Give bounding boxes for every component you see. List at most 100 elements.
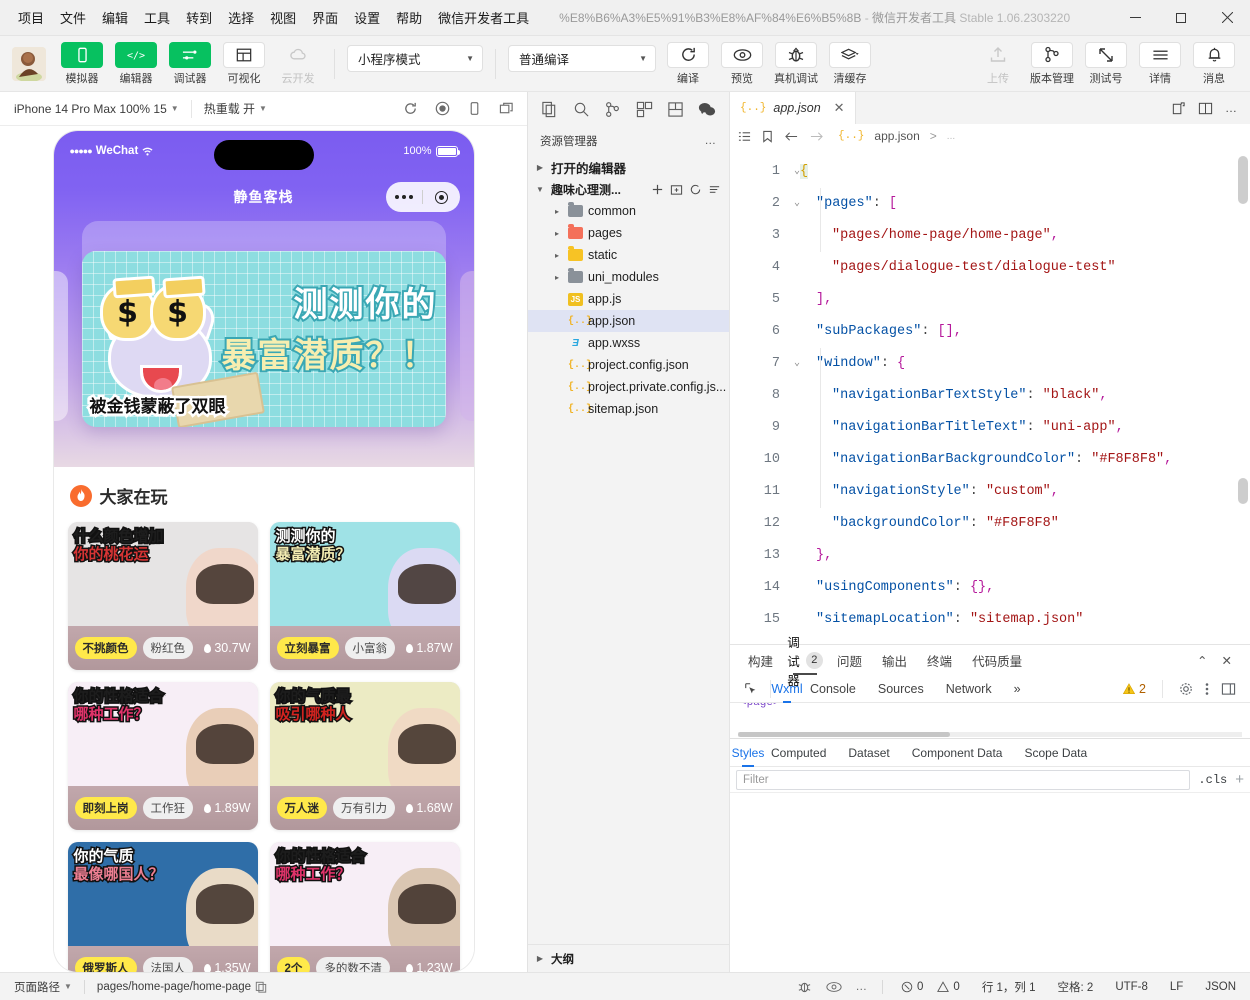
capsule-close-icon[interactable] (423, 191, 460, 204)
filter-input[interactable]: Filter (736, 770, 1190, 790)
code-content[interactable]: {"pages": ["pages/home-page/home-page","… (786, 148, 1250, 644)
quiz-card[interactable]: 测测你的暴富潜质？立刻暴富小富翁1.87W (270, 522, 460, 670)
quiz-card[interactable]: 你的气质最吸引哪种人万人迷万有引力1.68W (270, 682, 460, 830)
code-editor[interactable]: 1⌄2⌄34567⌄8910111213141516 {"pages": ["p… (730, 148, 1250, 644)
tool-phone-icon[interactable]: 模拟器 (58, 42, 106, 86)
page-path-select[interactable]: 页面路径 ▼ (10, 979, 76, 995)
tree-item-static[interactable]: ▸static (528, 244, 729, 266)
menu-item-5[interactable]: 选择 (220, 4, 262, 31)
devtools-overflow[interactable]: » (1003, 675, 1032, 703)
collapse-all-icon[interactable] (708, 183, 721, 196)
new-file-icon[interactable] (651, 183, 664, 196)
cls-button[interactable]: .cls (1198, 773, 1227, 787)
styles-tab-styles[interactable]: Styles (736, 739, 760, 767)
eye-icon[interactable] (826, 981, 842, 993)
extensions-icon[interactable] (632, 97, 656, 121)
split-editor-icon[interactable] (1171, 101, 1186, 116)
tree-item-uni-modules[interactable]: ▸uni_modules (528, 266, 729, 288)
save-icon[interactable] (664, 97, 688, 121)
styles-tab-scope-data[interactable]: Scope Data (1013, 739, 1098, 767)
capsule-more-icon[interactable] (386, 195, 423, 199)
cursor-position[interactable]: 行 1，列 1 (978, 979, 1040, 995)
files-icon[interactable] (538, 97, 562, 121)
gear-icon[interactable] (1179, 682, 1193, 696)
quiz-card[interactable]: 你的气质最像哪国人？俄罗斯人法国人1.35W (68, 842, 258, 972)
tree-item-project-private-config-js---[interactable]: {..}project.private.config.js... (528, 376, 729, 398)
compile-select[interactable]: 普通编译 ▼ (508, 45, 656, 72)
menu-item-1[interactable]: 文件 (52, 4, 94, 31)
menu-item-6[interactable]: 视图 (262, 4, 304, 31)
language-mode[interactable]: JSON (1201, 981, 1240, 993)
tool-branch-icon[interactable]: 版本管理 (1028, 42, 1076, 86)
search-icon[interactable] (569, 97, 593, 121)
minimize-button[interactable] (1112, 0, 1158, 36)
devtools-tab-network[interactable]: Network (935, 675, 1003, 703)
styles-tab-computed[interactable]: Computed (760, 739, 837, 767)
tool-menu-icon[interactable]: 详情 (1136, 42, 1184, 86)
close-panel-button[interactable]: ✕ (1222, 653, 1232, 668)
editor-scrollbar-2[interactable] (1238, 478, 1248, 504)
menu-item-10[interactable]: 微信开发者工具 (430, 4, 537, 31)
tool-debug-sliders-icon[interactable]: 调试器 (166, 42, 214, 86)
eol-setting[interactable]: LF (1166, 981, 1187, 993)
add-rule-button[interactable]: + (1235, 771, 1244, 788)
menu-item-8[interactable]: 设置 (346, 4, 388, 31)
new-folder-icon[interactable] (670, 183, 683, 196)
bookmark-icon[interactable] (761, 130, 774, 143)
breadcrumb-file[interactable]: app.json (874, 129, 919, 143)
encoding-setting[interactable]: UTF-8 (1111, 981, 1152, 993)
close-button[interactable] (1204, 0, 1250, 36)
indent-setting[interactable]: 空格: 2 (1054, 979, 1098, 995)
menu-item-4[interactable]: 转到 (178, 4, 220, 31)
devtools-tab-sources[interactable]: Sources (867, 675, 935, 703)
close-icon[interactable]: ✕ (834, 100, 845, 116)
bug-icon[interactable] (797, 979, 812, 994)
hero-banner[interactable]: $ $ 测测你的 暴富潜质？！ 被金钱蒙蔽了双眼 (82, 251, 446, 427)
quiz-card[interactable]: 什么颜色增加你的桃花运不挑颜色粉红色30.7W (68, 522, 258, 670)
forward-arrow-icon[interactable] (809, 130, 824, 143)
devtools-tab-wxml[interactable]: Wxml (775, 675, 799, 703)
menu-item-9[interactable]: 帮助 (388, 4, 430, 31)
layout-icon[interactable] (1198, 101, 1213, 116)
warning-badge[interactable]: 2 (1123, 682, 1146, 696)
tree-item-app-js[interactable]: JSapp.js (528, 288, 729, 310)
explorer-more-icon[interactable]: … (705, 135, 718, 147)
maximize-button[interactable] (1158, 0, 1204, 36)
refresh-icon[interactable] (395, 96, 425, 122)
tree-item-app-json[interactable]: {..}app.json (528, 310, 729, 332)
panel-tab-问题[interactable]: 问题 (837, 645, 862, 675)
tool-cloud-icon[interactable]: 云开发 (274, 42, 322, 86)
inspect-icon[interactable] (736, 675, 766, 703)
wechat-icon[interactable] (695, 97, 719, 121)
kebab-icon[interactable] (1205, 682, 1209, 696)
tree-item-sitemap-json[interactable]: {..}sitemap.json (528, 398, 729, 420)
warning-count-status[interactable]: 0 (933, 981, 963, 993)
more-icon[interactable]: … (1225, 101, 1238, 115)
tool-bug-icon[interactable]: 真机调试 (772, 42, 820, 86)
collapse-panel-button[interactable]: ⌃ (1197, 653, 1207, 668)
tool-refresh-icon[interactable]: 编译 (664, 42, 712, 86)
styles-tab-dataset[interactable]: Dataset (837, 739, 900, 767)
back-arrow-icon[interactable] (784, 130, 799, 143)
tool-layout-icon[interactable]: 可视化 (220, 42, 268, 86)
tree-item-pages[interactable]: ▸pages (528, 222, 729, 244)
device-select[interactable]: iPhone 14 Pro Max 100% 15 ▼ (6, 99, 187, 119)
outline-section[interactable]: ▶ 大纲 (528, 944, 729, 972)
devtools-tab-console[interactable]: Console (799, 675, 867, 703)
multi-window-icon[interactable] (491, 96, 521, 122)
refresh-icon-proj[interactable] (689, 183, 702, 196)
tree-item-common[interactable]: ▸common (528, 200, 729, 222)
panel-tab-输出[interactable]: 输出 (882, 645, 907, 675)
menu-item-3[interactable]: 工具 (136, 4, 178, 31)
outline-icon[interactable] (738, 130, 751, 143)
quiz-card[interactable]: 你的性格适合哪种工作？即刻上岗工作狂1.89W (68, 682, 258, 830)
panel-tab-代码质量[interactable]: 代码质量 (972, 645, 1022, 675)
dock-icon[interactable] (1221, 682, 1236, 696)
wechat-capsule[interactable] (386, 182, 460, 212)
tab-app-json[interactable]: {..} app.json ✕ (730, 92, 856, 124)
panel-tab-调试器[interactable]: 调试器2 (793, 645, 817, 675)
tool-upload-icon[interactable]: 上传 (974, 42, 1022, 86)
mode-select[interactable]: 小程序模式 ▼ (347, 45, 483, 72)
tool-layers-icon[interactable]: 清缓存 (826, 42, 874, 86)
copy-icon[interactable] (255, 981, 267, 993)
